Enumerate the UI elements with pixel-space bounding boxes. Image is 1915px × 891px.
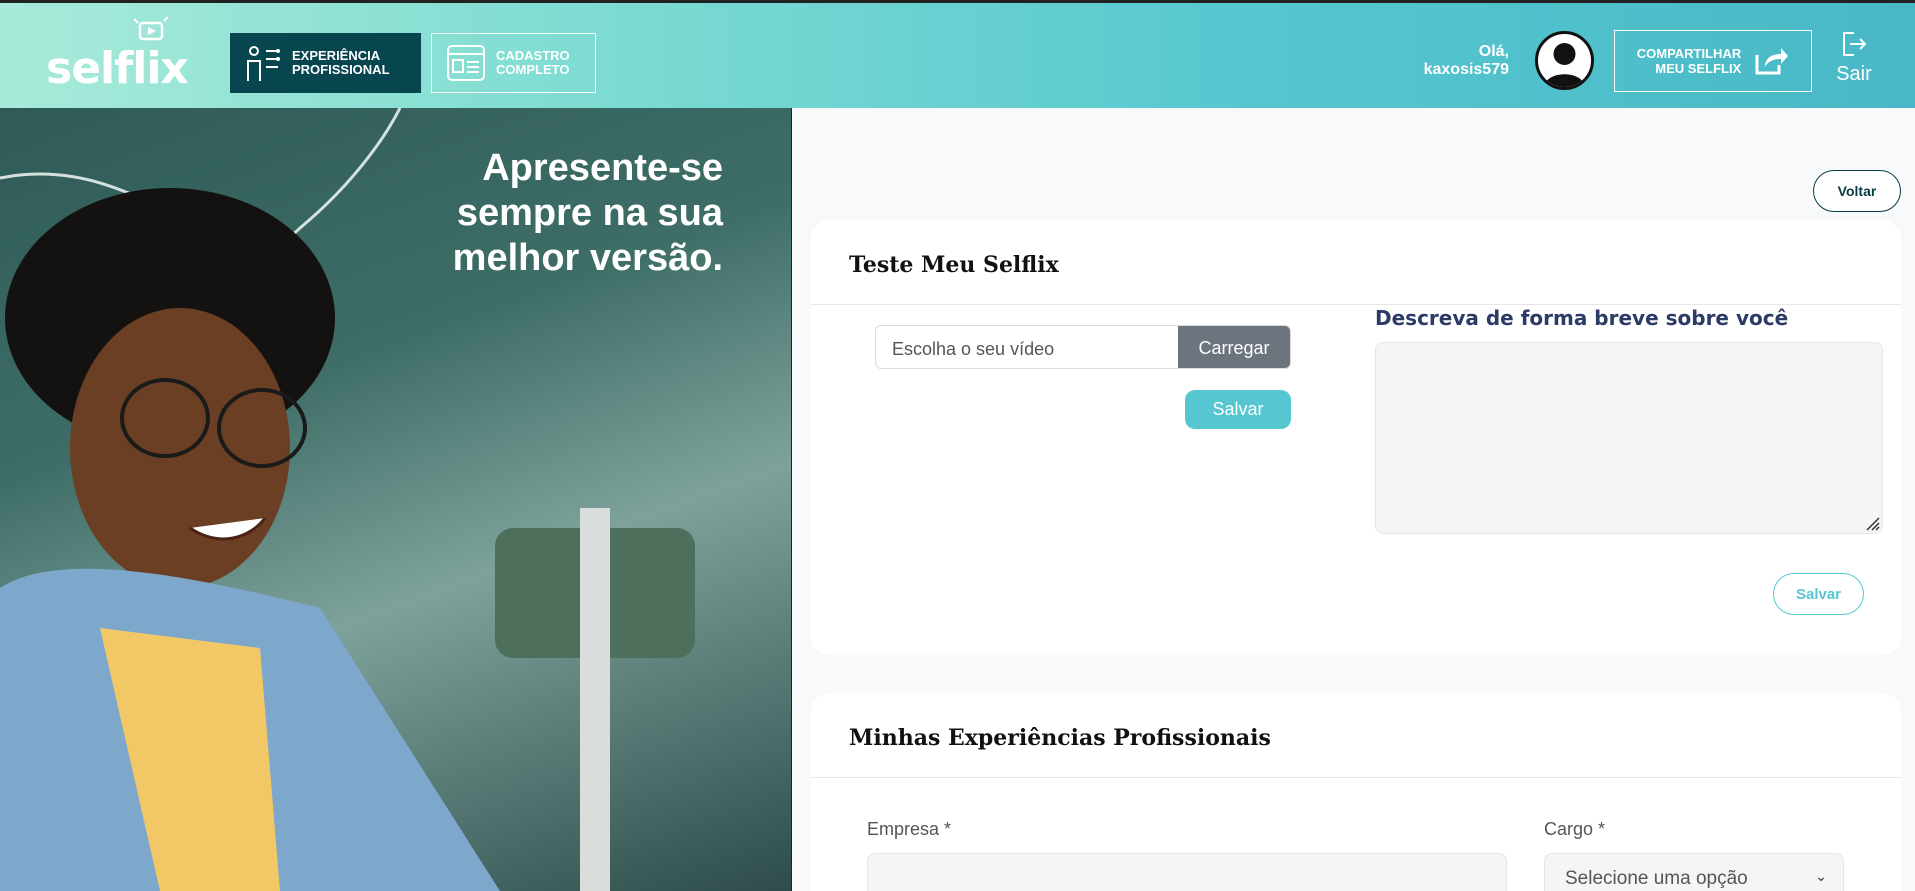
save-about-button[interactable]: Salvar — [1773, 573, 1864, 615]
nav-experiencia-label: EXPERIÊNCIA PROFISSIONAL — [292, 48, 390, 77]
role-select[interactable]: Selecione uma opção ⌄ — [1544, 853, 1844, 891]
top-header: selflix EXPERIÊNCIA PROFISSIONAL CADASTR… — [0, 0, 1915, 108]
card-title: Minhas Experiências Profissionais — [849, 725, 1271, 751]
logout-icon — [1843, 32, 1867, 56]
logout-button[interactable]: Sair — [1834, 31, 1874, 86]
role-selected-value: Selecione uma opção — [1565, 868, 1748, 889]
chevron-down-icon: ⌄ — [1815, 868, 1827, 884]
nav-cadastro-completo[interactable]: CADASTRO COMPLETO — [431, 33, 596, 93]
resize-handle-icon[interactable] — [1864, 515, 1880, 531]
avatar[interactable] — [1535, 31, 1594, 90]
divider — [811, 304, 1901, 305]
about-textarea[interactable] — [1375, 342, 1883, 534]
username: kaxosis579 — [1423, 61, 1509, 78]
hero-image: Apresente-se sempre na sua melhor versão… — [0, 108, 792, 891]
user-silhouette-icon — [1544, 43, 1585, 87]
nav-experiencia-profissional[interactable]: EXPERIÊNCIA PROFISSIONAL — [230, 33, 421, 93]
upload-button[interactable]: Carregar — [1178, 326, 1290, 368]
camera-sparkle-icon — [133, 16, 169, 41]
company-input[interactable] — [867, 853, 1507, 891]
file-placeholder: Escolha o seu vídeo — [892, 339, 1055, 359]
role-label: Cargo * — [1544, 819, 1606, 839]
share-icon — [1755, 48, 1789, 75]
save-video-button[interactable]: Salvar — [1185, 390, 1291, 429]
hero-slogan: Apresente-se sempre na sua melhor versão… — [452, 147, 723, 279]
form-icon — [447, 45, 485, 81]
nav-cadastro-label: CADASTRO COMPLETO — [496, 48, 570, 77]
card-title: Teste Meu Selflix — [849, 252, 1059, 278]
back-button[interactable]: Voltar — [1813, 170, 1901, 212]
about-label: Descreva de forma breve sobre você — [1375, 306, 1789, 330]
divider — [811, 777, 1901, 778]
logout-label: Sair — [1836, 63, 1872, 85]
professional-icon — [247, 46, 280, 81]
company-label: Empresa * — [867, 819, 952, 839]
share-selflix-button[interactable]: COMPARTILHAR MEU SELFLIX — [1614, 30, 1812, 92]
video-file-input[interactable]: Escolha o seu vídeo Carregar — [875, 325, 1291, 369]
user-greeting: Olá, kaxosis579 — [1423, 43, 1509, 78]
